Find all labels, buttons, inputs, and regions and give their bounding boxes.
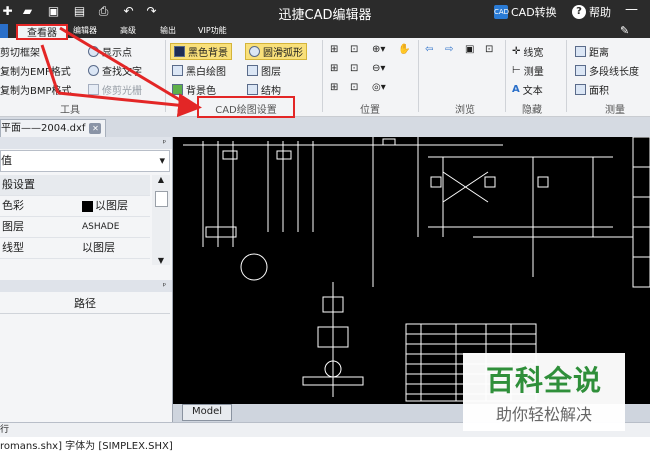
path-column-header[interactable]: 路径 (0, 295, 170, 314)
annotation-arrows (40, 26, 202, 118)
property-value: ASHADE (82, 222, 120, 232)
command-label: 行 (0, 425, 10, 435)
status-text: romans.shx] 字体为 [SIMPLEX.SHX] (0, 441, 173, 452)
property-key: 图层 (2, 220, 24, 233)
property-key: 色彩 (2, 199, 24, 212)
watermark-subtitle: 助你轻松解决 (495, 405, 592, 424)
property-key: 线型 (2, 241, 24, 254)
scroll-down-icon[interactable]: ▼ (152, 256, 170, 265)
scroll-up-icon[interactable]: ▲ (152, 175, 170, 184)
property-row-layer[interactable]: 图层 ASHADE (0, 217, 150, 238)
chevron-down-icon: ▾ (159, 154, 165, 167)
watermark-title: 百科全说 (485, 364, 602, 397)
scroll-thumb[interactable] (155, 191, 168, 207)
properties-scrollbar[interactable]: ▲ ▼ (152, 175, 170, 265)
pin-icon[interactable]: ᵖ (163, 280, 166, 292)
properties-dropdown[interactable]: 值 ▾ (0, 150, 170, 172)
general-settings-label: 般设置 (2, 178, 35, 191)
annotation-arrow (57, 91, 202, 118)
color-swatch (82, 200, 93, 212)
property-value: 以图层 (82, 241, 115, 254)
path-column-label: 路径 (74, 297, 96, 310)
status-bar: romans.shx] 字体为 [SIMPLEX.SHX] (0, 437, 650, 457)
property-row-linetype[interactable]: 线型 以图层 (0, 238, 150, 259)
layers-panel-header: ᵖ (0, 280, 172, 292)
watermark: 百科全说 助你轻松解决 (463, 353, 625, 431)
property-row-color[interactable]: 色彩 以图层 (0, 196, 150, 217)
annotation-arrow (40, 44, 60, 94)
properties-dropdown-value: 值 (1, 154, 12, 167)
property-value: 以图层 (95, 199, 128, 212)
properties-panel: ᵖ 值 ▾ 般设置 色彩 以图层 图层 ASHADE 线型 以图层 ▲ ▼ ᵖ … (0, 137, 173, 422)
general-settings-row: 般设置 (0, 175, 150, 196)
model-tab[interactable]: Model (182, 404, 232, 421)
